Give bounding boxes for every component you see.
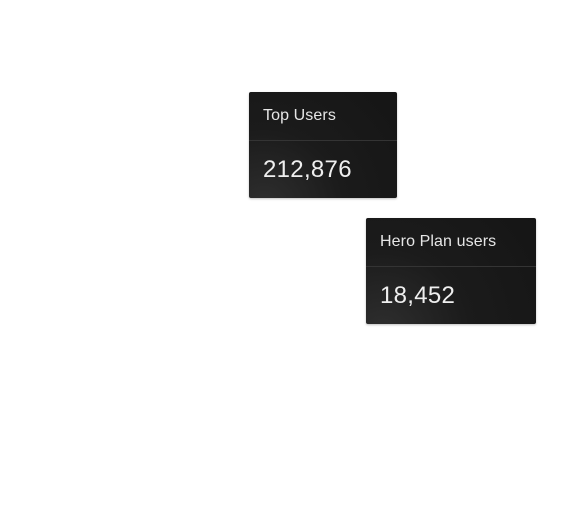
top-users-card: Top Users 212,876	[249, 92, 397, 198]
top-users-value: 212,876	[263, 155, 352, 183]
top-users-title: Top Users	[249, 92, 397, 141]
hero-plan-users-card: Hero Plan users 18,452	[366, 218, 536, 324]
hero-plan-users-title: Hero Plan users	[366, 218, 536, 267]
hero-plan-users-value: 18,452	[380, 281, 456, 309]
